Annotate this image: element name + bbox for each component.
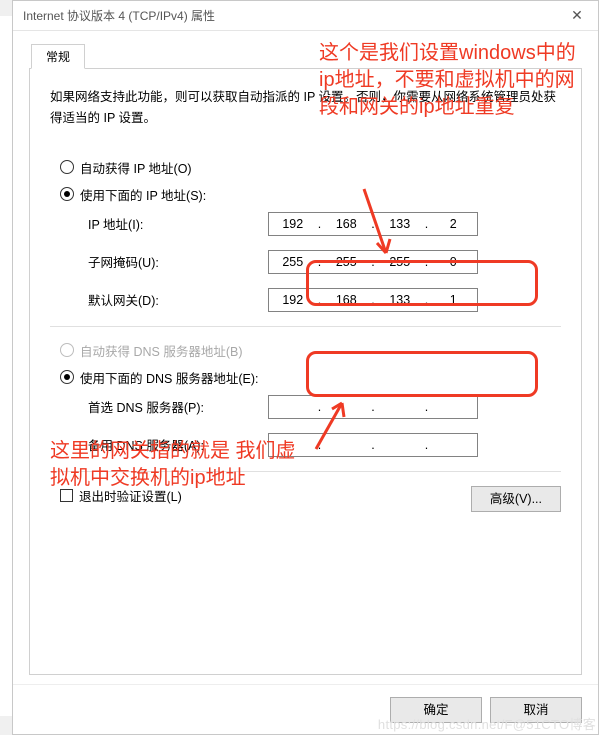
- alternate-dns-input[interactable]: . . .: [268, 433, 478, 457]
- ip-octet[interactable]: 255: [323, 255, 371, 269]
- dns-group: 自动获得 DNS 服务器地址(B) 使用下面的 DNS 服务器地址(E): 首选…: [60, 341, 561, 457]
- close-icon: ✕: [571, 7, 583, 24]
- radio-manual-dns-label: 使用下面的 DNS 服务器地址(E):: [80, 368, 258, 387]
- field-alternate-dns: 备用 DNS 服务器(A): . . .: [88, 433, 561, 457]
- radio-manual-ip-label: 使用下面的 IP 地址(S):: [80, 185, 206, 204]
- radio-auto-dns: 自动获得 DNS 服务器地址(B): [60, 341, 561, 360]
- advanced-button-label: 高级(V)...: [490, 492, 542, 506]
- checkbox-validate-on-exit[interactable]: 退出时验证设置(L): [60, 486, 182, 505]
- radio-manual-ip[interactable]: 使用下面的 IP 地址(S):: [60, 185, 561, 204]
- cancel-button[interactable]: 取消: [490, 697, 582, 723]
- default-gateway-input[interactable]: 192. 168. 133. 1: [268, 288, 478, 312]
- close-button[interactable]: ✕: [556, 1, 598, 31]
- tabstrip: 常规: [29, 43, 582, 69]
- divider: [50, 326, 561, 327]
- titlebar: Internet 协议版本 4 (TCP/IPv4) 属性 ✕: [13, 1, 598, 31]
- validate-label: 退出时验证设置(L): [79, 486, 182, 505]
- subnet-mask-label: 子网掩码(U):: [88, 252, 268, 271]
- radio-auto-dns-label: 自动获得 DNS 服务器地址(B): [80, 341, 243, 360]
- ip-octet[interactable]: 133: [376, 217, 424, 231]
- ip-address-group: 自动获得 IP 地址(O) 使用下面的 IP 地址(S): IP 地址(I): …: [60, 158, 561, 312]
- window-title: Internet 协议版本 4 (TCP/IPv4) 属性: [23, 7, 215, 24]
- ip-octet[interactable]: 192: [269, 217, 317, 231]
- radio-manual-dns[interactable]: 使用下面的 DNS 服务器地址(E):: [60, 368, 561, 387]
- field-subnet-mask: 子网掩码(U): 255. 255. 255. 0: [88, 250, 561, 274]
- dialog-body: 常规 如果网络支持此功能，则可以获取自动指派的 IP 设置。否则，你需要从网络系…: [13, 31, 598, 684]
- ip-octet[interactable]: 192: [269, 293, 317, 307]
- ip-octet[interactable]: 255: [269, 255, 317, 269]
- ip-octet[interactable]: 168: [323, 293, 371, 307]
- divider: [50, 471, 561, 472]
- ip-address-input[interactable]: 192. 168. 133. 2: [268, 212, 478, 236]
- tab-general-label: 常规: [46, 50, 70, 64]
- radio-icon: [60, 187, 74, 201]
- preferred-dns-input[interactable]: . . .: [268, 395, 478, 419]
- radio-icon: [60, 343, 74, 357]
- ip-address-label: IP 地址(I):: [88, 214, 268, 233]
- ip-octet[interactable]: 1: [430, 293, 478, 307]
- radio-icon: [60, 370, 74, 384]
- alternate-dns-label: 备用 DNS 服务器(A):: [88, 435, 268, 454]
- radio-auto-ip[interactable]: 自动获得 IP 地址(O): [60, 158, 561, 177]
- properties-dialog: Internet 协议版本 4 (TCP/IPv4) 属性 ✕ 常规 如果网络支…: [12, 0, 599, 735]
- advanced-button[interactable]: 高级(V)...: [471, 486, 561, 512]
- tab-general[interactable]: 常规: [31, 44, 85, 69]
- radio-icon: [60, 160, 74, 174]
- ok-button-label: 确定: [423, 703, 448, 717]
- cancel-button-label: 取消: [523, 703, 548, 717]
- dialog-footer: 确定 取消: [13, 684, 598, 734]
- ip-octet[interactable]: 0: [430, 255, 478, 269]
- default-gateway-label: 默认网关(D):: [88, 290, 268, 309]
- ip-octet[interactable]: 133: [376, 293, 424, 307]
- field-preferred-dns: 首选 DNS 服务器(P): . . .: [88, 395, 561, 419]
- ip-octet[interactable]: 255: [376, 255, 424, 269]
- subnet-mask-input[interactable]: 255. 255. 255. 0: [268, 250, 478, 274]
- background-stub: [0, 16, 12, 716]
- field-default-gateway: 默认网关(D): 192. 168. 133. 1: [88, 288, 561, 312]
- ok-button[interactable]: 确定: [390, 697, 482, 723]
- ip-octet[interactable]: 2: [430, 217, 478, 231]
- ip-octet[interactable]: 168: [323, 217, 371, 231]
- tab-panel-general: 如果网络支持此功能，则可以获取自动指派的 IP 设置。否则，你需要从网络系统管理…: [29, 69, 582, 675]
- field-ip-address: IP 地址(I): 192. 168. 133. 2: [88, 212, 561, 236]
- radio-auto-ip-label: 自动获得 IP 地址(O): [80, 158, 192, 177]
- description-text: 如果网络支持此功能，则可以获取自动指派的 IP 设置。否则，你需要从网络系统管理…: [50, 87, 561, 130]
- checkbox-icon: [60, 489, 73, 502]
- preferred-dns-label: 首选 DNS 服务器(P):: [88, 397, 268, 416]
